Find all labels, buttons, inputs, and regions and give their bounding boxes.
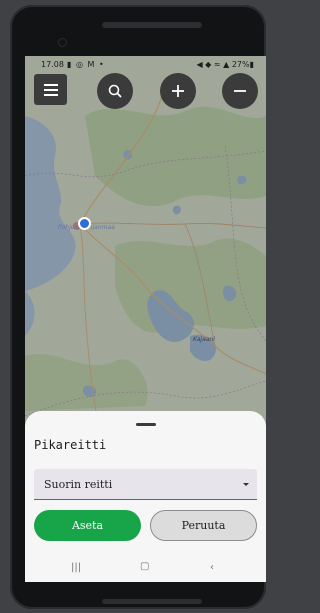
mute-icon: ◀ — [196, 60, 203, 69]
route-type-select[interactable]: Suorin reitti — [34, 469, 257, 500]
quick-route-sheet: Pikareitti Suorin reitti Aseta Peruuta |… — [25, 411, 266, 582]
status-bar: 17.08 ▮ ◎ M • ◀ ◆ ≈ ▲ 27%▮ — [25, 56, 266, 74]
home-icon[interactable]: ▢ — [140, 561, 149, 572]
signal-icon: ▲ — [223, 60, 230, 69]
battery-icon: ▮ — [249, 60, 254, 69]
whatsapp-icon: ◎ — [75, 60, 84, 69]
speaker-grille — [102, 22, 202, 28]
status-time: 17.08 — [41, 60, 64, 69]
current-location-icon — [78, 217, 91, 230]
notification-icon: ▮ — [67, 60, 73, 69]
battery-level: 27% — [231, 60, 250, 69]
wifi-icon: ≈ — [213, 60, 221, 69]
zoom-in-button[interactable] — [160, 73, 196, 109]
cancel-button[interactable]: Peruuta — [150, 510, 257, 541]
app-screen: Pohjois-Pohjanmaa Kajaani 17.08 ▮ ◎ M • … — [25, 56, 266, 582]
map-label-kajaani: Kajaani — [193, 336, 215, 343]
menu-button[interactable] — [34, 74, 67, 105]
system-nav-bar: ||| ▢ ‹ — [25, 554, 266, 582]
minus-icon — [234, 90, 246, 92]
route-type-value: Suorin reitti — [44, 478, 113, 491]
status-notification-icons: ▮ ◎ M • — [67, 60, 105, 69]
plus-icon — [172, 85, 184, 97]
search-icon — [108, 84, 122, 98]
status-system-icons: ◀ ◆ ≈ ▲ 27%▮ — [196, 60, 254, 69]
search-button[interactable] — [97, 73, 133, 109]
menu-icon — [44, 84, 58, 86]
set-button[interactable]: Aseta — [34, 510, 141, 541]
back-icon[interactable]: ‹ — [210, 562, 214, 573]
zoom-out-button[interactable] — [222, 73, 258, 109]
gmail-icon: M — [87, 60, 96, 69]
sheet-drag-handle[interactable] — [136, 423, 156, 426]
recent-apps-icon[interactable]: ||| — [71, 562, 81, 573]
front-camera — [58, 38, 67, 47]
phone-bottom-bar — [102, 599, 202, 604]
dropdown-arrow-icon — [243, 483, 249, 486]
location-icon: ◆ — [205, 60, 212, 69]
dot-icon: • — [98, 60, 105, 69]
sheet-title: Pikareitti — [34, 438, 107, 452]
